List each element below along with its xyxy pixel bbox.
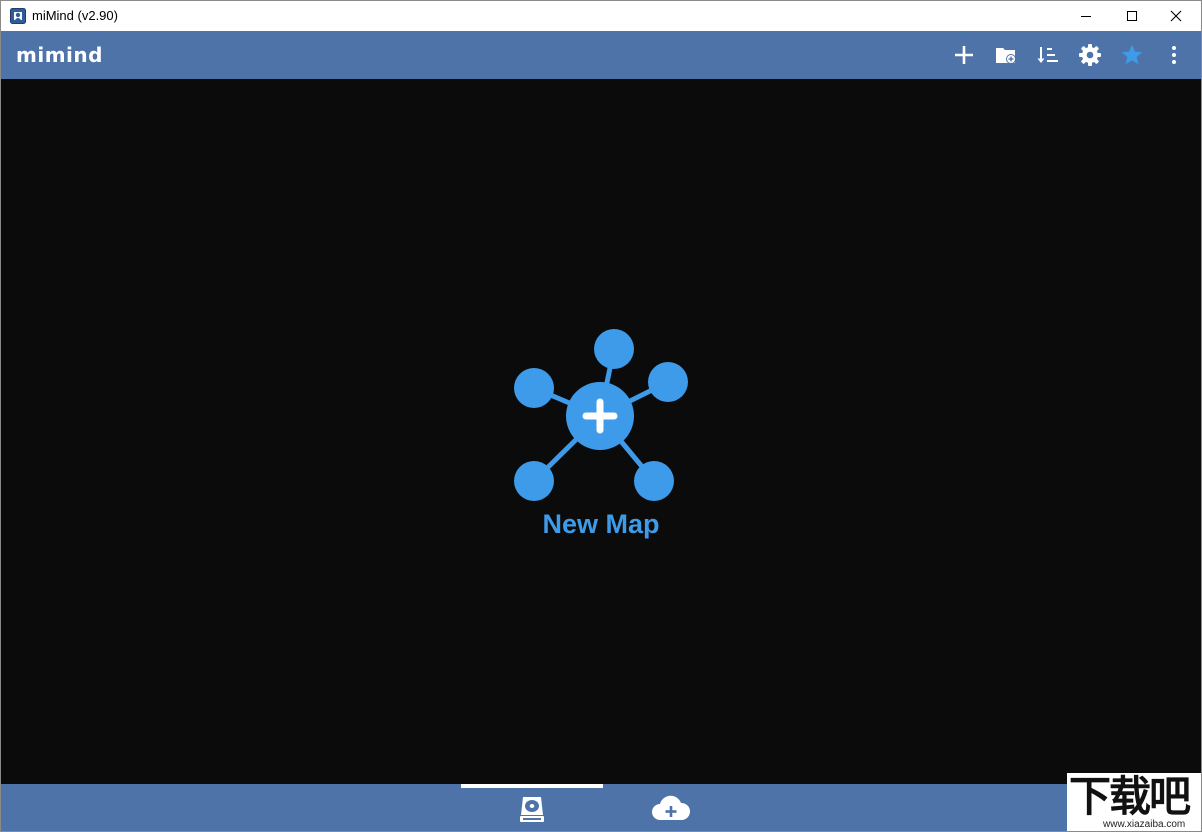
favorites-button[interactable]: [1117, 40, 1147, 70]
more-vert-icon: [1172, 46, 1176, 64]
minimize-button[interactable]: [1063, 1, 1109, 31]
mind-map-add-icon: [514, 329, 688, 501]
watermark-url: www.xiazaiba.com: [1103, 819, 1186, 830]
app-icon: [10, 8, 26, 24]
watermark: 下载吧 www.xiazaiba.com: [1067, 772, 1201, 831]
add-map-button[interactable]: [949, 40, 979, 70]
watermark-logo-text: 下载吧: [1069, 772, 1191, 821]
folder-add-icon: [996, 48, 1016, 64]
tab-local-storage[interactable]: [461, 784, 603, 831]
close-icon: [1170, 10, 1182, 22]
app-window: miMind (v2.90) mimind New Map 下载吧 www.xi…: [0, 0, 1202, 832]
add-icon: [955, 46, 973, 64]
new-folder-button[interactable]: [991, 40, 1021, 70]
map-list-canvas: New Map: [1, 79, 1201, 784]
app-logo: mimind: [16, 43, 103, 67]
gear-icon: [1079, 44, 1101, 66]
star-icon: [1121, 44, 1143, 65]
minimize-icon: [1081, 16, 1091, 17]
sort-button[interactable]: [1033, 40, 1063, 70]
cloud-add-icon: [652, 795, 691, 820]
bottom-tab-bar: [1, 784, 1201, 831]
new-map-button[interactable]: New Map: [506, 324, 696, 549]
more-options-button[interactable]: [1159, 40, 1189, 70]
settings-button[interactable]: [1075, 40, 1105, 70]
new-map-label: New Map: [542, 509, 660, 539]
app-toolbar: mimind: [1, 31, 1201, 79]
sort-icon: [1037, 47, 1058, 63]
tab-cloud[interactable]: [641, 784, 701, 831]
close-button[interactable]: [1153, 1, 1199, 31]
title-bar: miMind (v2.90): [1, 1, 1201, 31]
local-storage-icon: [520, 796, 544, 822]
maximize-button[interactable]: [1109, 1, 1155, 31]
window-title: miMind (v2.90): [32, 8, 118, 23]
tab-selected-indicator: [461, 784, 603, 788]
maximize-icon: [1127, 11, 1137, 21]
